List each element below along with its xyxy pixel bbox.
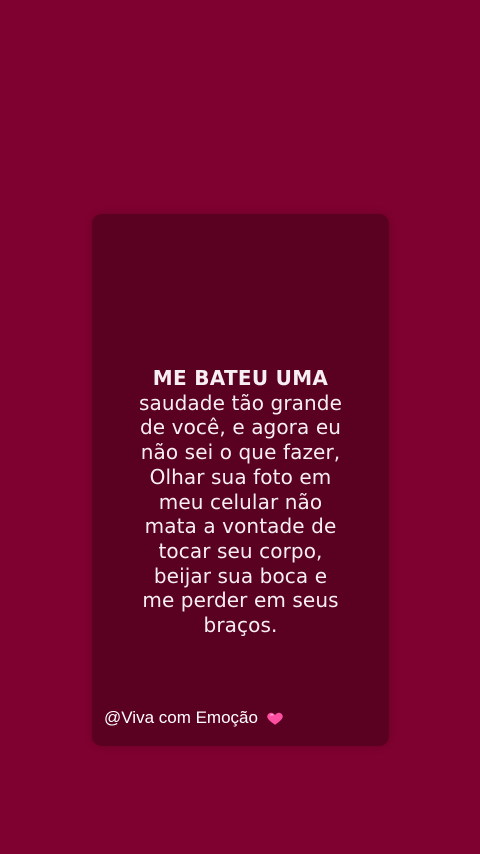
story-screen: ME BATEU UMA saudade tão grande de você,… — [0, 0, 480, 854]
quote-line: meu celular não — [158, 489, 323, 514]
quote-line: mata a vontade de — [144, 514, 337, 539]
quote-line: de você, e agora eu — [139, 415, 341, 440]
quote-line: tocar seu corpo, — [158, 538, 323, 563]
author-footer: @Viva com Emoção — [104, 708, 284, 728]
quote-line: beijar sua boca e — [153, 563, 328, 588]
author-handle: @Viva com Emoção — [104, 708, 258, 727]
quote-line: me perder em seus — [142, 588, 339, 613]
quote-line: Olhar sua foto em — [149, 464, 332, 489]
quote-card: ME BATEU UMA saudade tão grande de você,… — [92, 214, 389, 746]
quote-line-headline: ME BATEU UMA — [152, 366, 329, 390]
pink-heart-icon — [267, 712, 283, 725]
quote-line: saudade tão grande — [138, 390, 342, 415]
quote-line: não sei o que fazer, — [140, 440, 341, 465]
quote-line: braços. — [203, 613, 278, 638]
quote-text: ME BATEU UMA saudade tão grande de você,… — [92, 366, 389, 638]
